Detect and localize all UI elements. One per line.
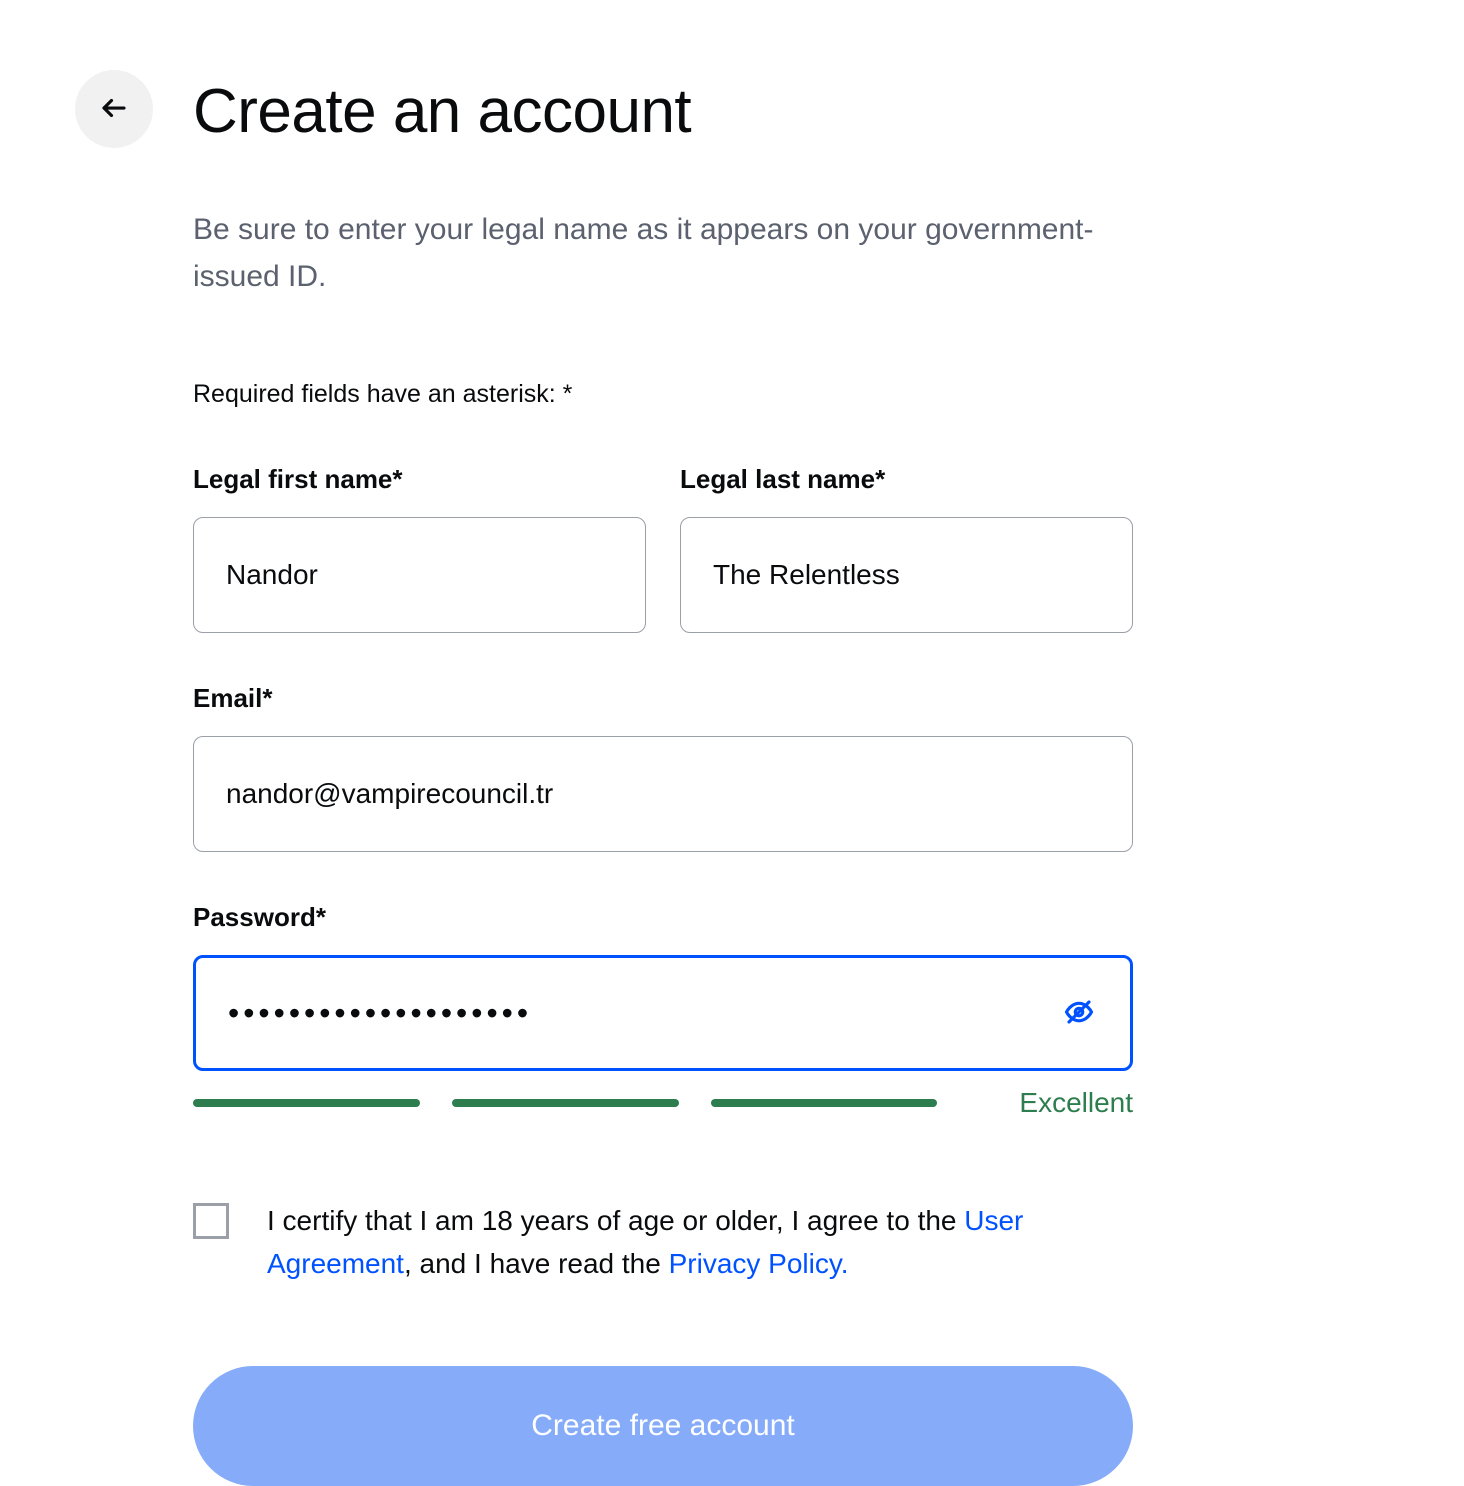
eye-off-icon bbox=[1064, 997, 1094, 1030]
password-strength-meter: Excellent bbox=[193, 1087, 1133, 1119]
password-input[interactable] bbox=[193, 955, 1133, 1071]
required-fields-note: Required fields have an asterisk: * bbox=[193, 380, 1133, 409]
certify-text-part-1: I certify that I am 18 years of age or o… bbox=[267, 1205, 964, 1236]
page-title: Create an account bbox=[193, 76, 1133, 147]
privacy-policy-link[interactable]: Privacy Policy. bbox=[669, 1248, 849, 1279]
back-button[interactable] bbox=[75, 70, 153, 148]
strength-bar-1 bbox=[193, 1099, 420, 1107]
email-input[interactable] bbox=[193, 736, 1133, 852]
certify-text: I certify that I am 18 years of age or o… bbox=[267, 1199, 1133, 1286]
last-name-input[interactable] bbox=[680, 517, 1133, 633]
strength-bar-2 bbox=[452, 1099, 679, 1107]
create-account-button[interactable]: Create free account bbox=[193, 1366, 1133, 1486]
strength-bar-3 bbox=[711, 1099, 938, 1107]
last-name-label: Legal last name* bbox=[680, 464, 1133, 495]
certify-checkbox[interactable] bbox=[193, 1203, 229, 1239]
page-subtitle: Be sure to enter your legal name as it a… bbox=[193, 207, 1133, 300]
password-label: Password* bbox=[193, 902, 1133, 933]
first-name-label: Legal first name* bbox=[193, 464, 646, 495]
email-label: Email* bbox=[193, 683, 1133, 714]
certify-text-part-2: , and I have read the bbox=[404, 1248, 669, 1279]
arrow-left-icon bbox=[99, 93, 129, 126]
toggle-password-visibility-button[interactable] bbox=[1061, 995, 1097, 1031]
first-name-input[interactable] bbox=[193, 517, 646, 633]
strength-label: Excellent bbox=[969, 1087, 1133, 1119]
